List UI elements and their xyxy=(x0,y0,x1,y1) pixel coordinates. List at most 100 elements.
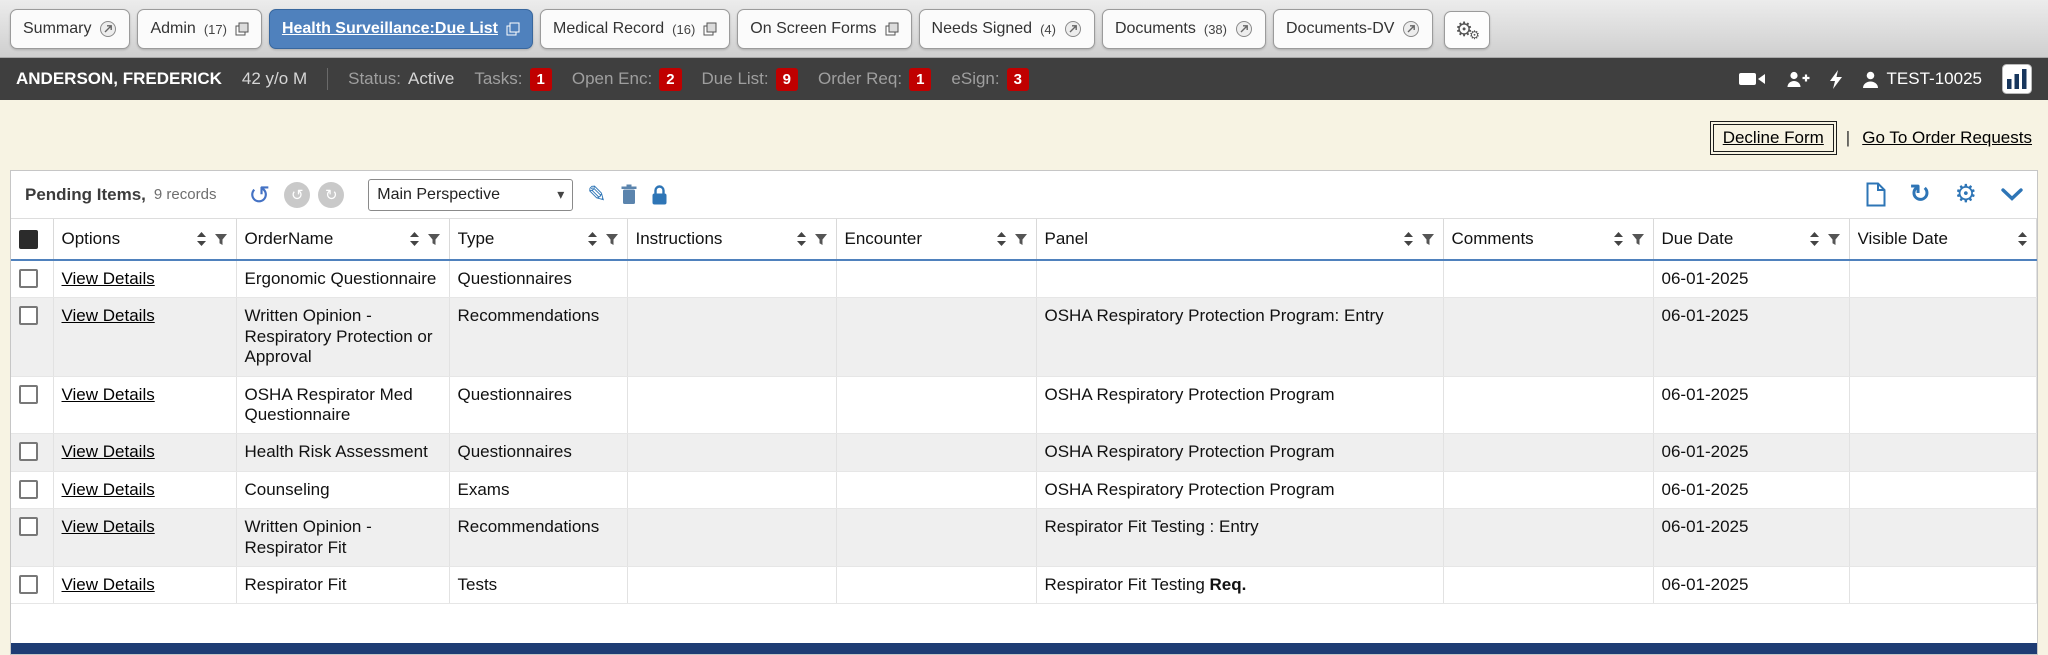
open-in-new-window-icon[interactable] xyxy=(1064,20,1082,38)
filter-icon[interactable] xyxy=(1014,233,1028,246)
open-in-new-window-icon[interactable] xyxy=(1235,20,1253,38)
counter-badge[interactable]: 9 xyxy=(776,68,798,91)
refresh-icon[interactable]: ↻ xyxy=(1910,182,1931,207)
filter-icon[interactable] xyxy=(214,233,228,246)
popout-icon[interactable] xyxy=(703,22,717,36)
view-details-link[interactable]: View Details xyxy=(62,306,155,325)
history-forward-icon[interactable]: ↻ xyxy=(318,182,344,208)
counter-badge[interactable]: 3 xyxy=(1007,68,1029,91)
open-in-new-window-icon[interactable] xyxy=(99,20,117,38)
gear-icon: ⚙ xyxy=(1469,29,1480,41)
tab-settings-button[interactable]: ⚙ ⚙ xyxy=(1444,11,1490,49)
cell-encounter xyxy=(836,298,1036,376)
sort-icon[interactable] xyxy=(409,231,420,247)
table-row: View Details Health Risk Assessment Ques… xyxy=(11,434,2037,471)
row-checkbox[interactable] xyxy=(19,517,38,536)
tab-label: On Screen Forms xyxy=(750,20,876,38)
sort-icon[interactable] xyxy=(1809,231,1820,247)
tab-health-surveillance-due-list[interactable]: Health Surveillance:Due List xyxy=(269,9,533,49)
cell-instructions xyxy=(627,566,836,603)
cell-encounter xyxy=(836,260,1036,298)
select-all-checkbox[interactable] xyxy=(19,230,38,249)
tab-on-screen-forms[interactable]: On Screen Forms xyxy=(737,9,911,49)
tab-documents-dv[interactable]: Documents-DV xyxy=(1273,9,1433,49)
history-back-icon[interactable]: ↺ xyxy=(284,182,310,208)
tab-bar: Summary Admin (17) Health Surveillance:D… xyxy=(0,0,2048,58)
tab-summary[interactable]: Summary xyxy=(10,9,130,49)
filter-icon[interactable] xyxy=(1827,233,1841,246)
chevron-down-icon: ▾ xyxy=(557,186,564,203)
page-actions: Decline Form | Go To Order Requests xyxy=(0,100,2048,152)
sort-icon[interactable] xyxy=(796,231,807,247)
video-camera-icon[interactable] xyxy=(1739,71,1766,87)
filter-icon[interactable] xyxy=(814,233,828,246)
person-icon xyxy=(1862,71,1879,88)
view-details-link[interactable]: View Details xyxy=(62,385,155,404)
grid-bottom-bar[interactable] xyxy=(11,643,2037,654)
row-checkbox[interactable] xyxy=(19,385,38,404)
view-details-link[interactable]: View Details xyxy=(62,517,155,536)
counter-order-req[interactable]: Order Req: 1 xyxy=(818,68,931,91)
cell-panel: OSHA Respiratory Protection Program xyxy=(1036,471,1443,508)
counter-badge[interactable]: 1 xyxy=(909,68,931,91)
chevron-down-icon[interactable] xyxy=(2001,188,2023,201)
trash-icon[interactable] xyxy=(621,184,637,205)
popout-icon[interactable] xyxy=(885,22,899,36)
gear-icon[interactable]: ⚙ xyxy=(1955,182,1977,207)
counter-open-enc[interactable]: Open Enc: 2 xyxy=(572,68,682,91)
column-label: Type xyxy=(458,229,495,249)
divider xyxy=(327,68,328,90)
row-checkbox[interactable] xyxy=(19,306,38,325)
counter-badge[interactable]: 1 xyxy=(530,68,552,91)
filter-icon[interactable] xyxy=(605,233,619,246)
sort-icon[interactable] xyxy=(1613,231,1624,247)
view-details-link[interactable]: View Details xyxy=(62,575,155,594)
open-in-new-window-icon[interactable] xyxy=(1402,20,1420,38)
row-checkbox[interactable] xyxy=(19,480,38,499)
cell-panel xyxy=(1036,260,1443,298)
row-checkbox[interactable] xyxy=(19,442,38,461)
document-icon[interactable] xyxy=(1866,182,1886,207)
go-to-order-requests-link[interactable]: Go To Order Requests xyxy=(1862,128,2032,148)
popout-icon[interactable] xyxy=(506,22,520,36)
sort-icon[interactable] xyxy=(996,231,1007,247)
sort-icon[interactable] xyxy=(196,231,207,247)
undo-icon[interactable]: ↺ xyxy=(248,182,270,208)
lock-icon[interactable] xyxy=(651,184,668,205)
edit-pencil-icon[interactable]: ✎ xyxy=(587,183,606,206)
decline-form-button[interactable]: Decline Form xyxy=(1713,124,1834,152)
header-type: Type xyxy=(449,219,627,260)
view-details-link[interactable]: View Details xyxy=(62,442,155,461)
cell-comments xyxy=(1443,509,1653,567)
filter-icon[interactable] xyxy=(427,233,441,246)
perspective-select[interactable]: Main Perspective ▾ xyxy=(368,179,573,211)
column-label: Encounter xyxy=(845,229,923,249)
add-person-icon[interactable] xyxy=(1786,71,1810,88)
cell-encounter xyxy=(836,471,1036,508)
sort-icon[interactable] xyxy=(1403,231,1414,247)
sort-icon[interactable] xyxy=(587,231,598,247)
tab-medical-record[interactable]: Medical Record (16) xyxy=(540,9,730,49)
counter-esign[interactable]: eSign: 3 xyxy=(951,68,1029,91)
tab-needs-signed[interactable]: Needs Signed (4) xyxy=(919,9,1095,49)
cell-comments xyxy=(1443,471,1653,508)
view-details-link[interactable]: View Details xyxy=(62,480,155,499)
cell-type: Exams xyxy=(449,471,627,508)
view-details-link[interactable]: View Details xyxy=(62,269,155,288)
filter-icon[interactable] xyxy=(1421,233,1435,246)
popout-icon[interactable] xyxy=(235,22,249,36)
tab-documents[interactable]: Documents (38) xyxy=(1102,9,1266,49)
cell-panel: Respirator Fit Testing Req. xyxy=(1036,566,1443,603)
filter-icon[interactable] xyxy=(1631,233,1645,246)
row-checkbox[interactable] xyxy=(19,269,38,288)
lightning-bolt-icon[interactable] xyxy=(1830,70,1842,89)
sort-icon[interactable] xyxy=(2017,231,2028,247)
row-checkbox[interactable] xyxy=(19,575,38,594)
counter-due-list[interactable]: Due List: 9 xyxy=(702,68,798,91)
counter-badge[interactable]: 2 xyxy=(659,68,681,91)
counter-tasks[interactable]: Tasks: 1 xyxy=(474,68,552,91)
cell-instructions xyxy=(627,471,836,508)
tab-admin[interactable]: Admin (17) xyxy=(137,9,261,49)
tab-count: (17) xyxy=(204,22,227,37)
bar-chart-button[interactable] xyxy=(2002,64,2032,94)
